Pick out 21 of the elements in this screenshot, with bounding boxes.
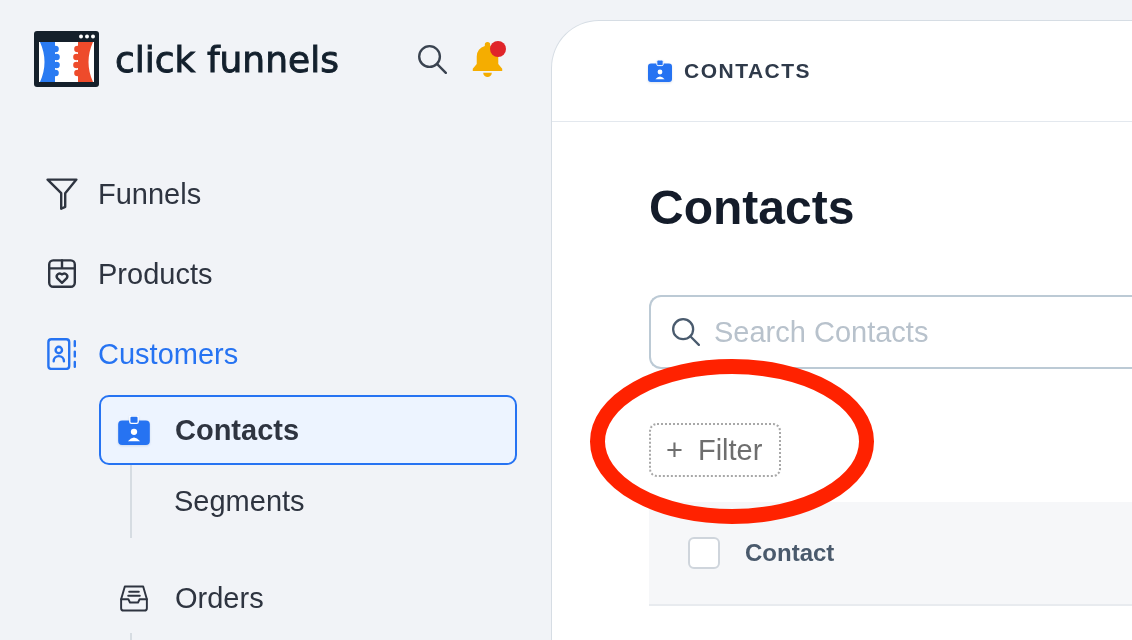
nav-item[interactable]: Funnels [46,177,202,211]
page-title: Contacts [649,180,855,236]
filter-button[interactable]: + Filter [649,423,781,477]
breadcrumb: CONTACTS [684,59,812,83]
id-badge-icon [648,60,672,82]
search-icon [672,318,700,346]
nav-item[interactable]: Customers [46,337,239,371]
nav-item[interactable]: Products [46,257,213,291]
address-book-icon [46,338,78,370]
id-badge-icon [118,415,150,445]
funnel-icon [46,178,78,210]
nav-item[interactable]: Orders [99,563,283,633]
brand-name: click funnels [115,38,339,80]
nav-item[interactable]: Contacts [99,395,517,465]
search-icon[interactable] [418,44,447,74]
column-header: Contact [745,539,835,567]
nav-item[interactable]: Segments [132,465,324,538]
inbox-tray-icon [120,584,148,612]
select-all-checkbox[interactable] [688,537,720,569]
brand-logo-icon [34,31,99,87]
search-field[interactable]: Search Contacts [649,295,1132,369]
